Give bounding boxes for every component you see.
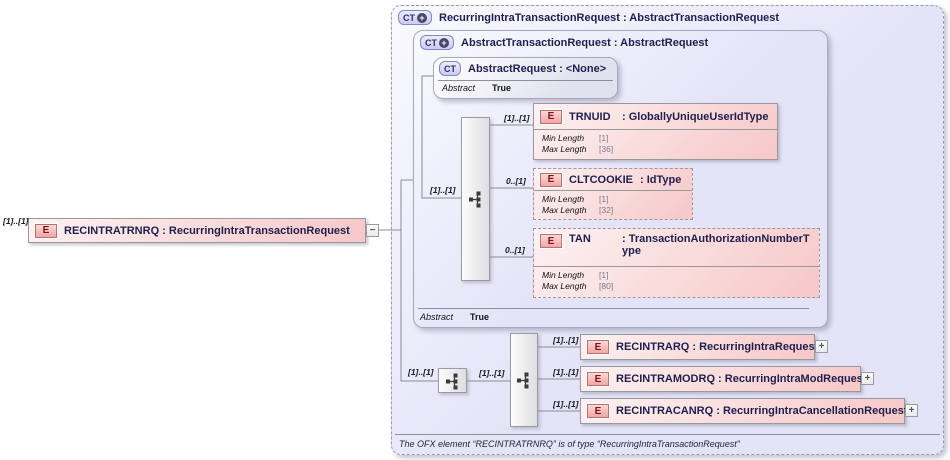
element-box-recintramodrq[interactable]: E RECINTRAMODRQ : RecurringIntraModReque… — [580, 366, 874, 392]
base-type-title-text: AbstractTransactionRequest : AbstractReq… — [461, 36, 709, 49]
element-title: E RECINTRAMODRQ : RecurringIntraModReque… — [581, 367, 867, 391]
choice-compositor — [510, 333, 538, 427]
abstract-row: Abstract True — [420, 312, 489, 322]
facet-value: [1] — [599, 133, 609, 143]
cardinality-recintramodrq: [1]..[1] — [553, 367, 579, 377]
derived-plus-icon: + — [439, 37, 449, 48]
complex-type-icon-label: CT — [444, 63, 456, 74]
element-box-recintrarq[interactable]: E RECINTRARQ : RecurringIntraRequest + — [580, 334, 828, 360]
facet-row: Max Length [80] — [542, 281, 811, 292]
cardinality-recintracanrq: [1]..[1] — [553, 399, 579, 409]
root-element-box[interactable]: E RECINTRATRNRQ : RecurringIntraTransact… — [28, 218, 379, 243]
footer-note: The OFX element “RECINTRATRNRQ” is of ty… — [399, 439, 740, 449]
element-title: E RECINTRARQ : RecurringIntraRequest — [581, 335, 818, 359]
abstract-row: Abstract True — [442, 83, 511, 93]
compositor-icon — [445, 373, 457, 389]
facet-label: Max Length — [542, 205, 587, 215]
facet-label: Min Length — [542, 194, 585, 204]
facet-row: Max Length [32] — [542, 205, 684, 216]
expand-button[interactable]: + — [815, 340, 828, 353]
facet-value: [1] — [599, 270, 609, 280]
complex-type-icon-label: CT — [425, 37, 437, 48]
facet-row: Min Length [1] — [542, 270, 811, 281]
outer-type-title-text: RecurringIntraTransactionRequest : Abstr… — [439, 11, 780, 24]
expand-button[interactable]: + — [861, 372, 874, 385]
complex-type-icon: CT + — [420, 35, 454, 50]
abstract-value: True — [470, 312, 490, 322]
facet-value: [32] — [599, 205, 614, 215]
facet-row: Min Length [1] — [542, 194, 684, 205]
element-box-cltcookie[interactable]: E CLTCOOKIE : IdType Min Length [1] Max … — [533, 168, 693, 220]
root-base-type-box: CT AbstractRequest : <None> Abstract Tru… — [433, 57, 618, 99]
abstract-divider — [438, 80, 613, 81]
facet-value: [1] — [599, 194, 609, 204]
collapse-button[interactable]: − — [366, 223, 379, 237]
element-icon: E — [539, 108, 563, 125]
element-title: E CLTCOOKIE : IdType — [534, 169, 692, 190]
facet-label: Max Length — [542, 144, 587, 154]
complex-type-icon: CT — [439, 61, 461, 76]
element-icon: E — [34, 222, 58, 239]
facet-row: Min Length [1] — [542, 133, 769, 144]
cardinality-trnuid: [1]..[1] — [504, 113, 530, 123]
element-title: E TRNUID : GloballyUniqueUserIdType — [534, 104, 777, 129]
compositor-icon — [517, 372, 529, 389]
element-icon: E — [539, 171, 563, 188]
complex-type-icon-label: CT — [403, 12, 415, 23]
compositor-icon — [468, 191, 480, 208]
outer-type-title: CT + RecurringIntraTransactionRequest : A… — [398, 10, 779, 25]
element-icon: E — [586, 339, 610, 355]
cardinality-sequence: [1]..[1] — [430, 185, 456, 195]
element-type: : TransactionAuthorizationNumberType — [622, 233, 810, 257]
abstract-value: True — [492, 83, 512, 93]
cardinality-recintrarq: [1]..[1] — [553, 335, 579, 345]
facet-row: Max Length [36] — [542, 144, 769, 155]
footer-divider — [395, 434, 940, 435]
element-name: CLTCOOKIE — [569, 173, 633, 186]
root-base-type-title-text: AbstractRequest : <None> — [468, 62, 607, 75]
base-type-title: CT + AbstractTransactionRequest : Abstrac… — [420, 35, 708, 50]
element-name-type: RECINTRACANRQ : RecurringIntraCancellati… — [616, 405, 908, 417]
element-name-type: RECINTRATRNRQ : RecurringIntraTransactio… — [64, 224, 350, 237]
outer-sequence-compositor — [438, 368, 467, 393]
derived-plus-icon: + — [417, 12, 427, 23]
abstract-divider — [418, 308, 809, 309]
element-type: : GloballyUniqueUserIdType — [622, 110, 769, 123]
facet-list: Min Length [1] Max Length [32] — [534, 191, 692, 216]
facet-label: Max Length — [542, 281, 587, 291]
facet-value: [36] — [599, 144, 614, 154]
abstract-label: Abstract — [420, 312, 454, 322]
facet-label: Min Length — [542, 133, 585, 143]
abstract-label: Abstract — [442, 83, 476, 93]
cardinality-choice: [1]..[1] — [479, 368, 505, 378]
cardinality-root: [1]..[1] — [3, 216, 29, 226]
element-box-recintracanrq[interactable]: E RECINTRACANRQ : RecurringIntraCancella… — [580, 398, 918, 424]
element-name-type: RECINTRAMODRQ : RecurringIntraModRequest — [616, 373, 867, 385]
element-name-type: RECINTRARQ : RecurringIntraRequest — [616, 341, 819, 353]
element-icon: E — [586, 403, 610, 419]
facet-value: [80] — [599, 281, 614, 291]
expand-button[interactable]: + — [905, 404, 918, 417]
xsd-diagram: CT + RecurringIntraTransactionRequest : A… — [0, 0, 950, 460]
element-box-tan[interactable]: E TAN : TransactionAuthorizationNumberTy… — [533, 228, 820, 298]
element-title: E RECINTRATRNRQ : RecurringIntraTransact… — [29, 219, 365, 242]
facet-list: Min Length [1] Max Length [36] — [534, 130, 777, 155]
element-title: E TAN : TransactionAuthorizationNumberTy… — [534, 229, 819, 266]
cardinality-outer-sequence: [1]..[1] — [408, 367, 434, 377]
facet-list: Min Length [1] Max Length [80] — [534, 267, 819, 292]
complex-type-icon: CT + — [398, 10, 432, 25]
element-name: TAN — [569, 233, 591, 245]
facet-label: Min Length — [542, 270, 585, 280]
element-box-trnuid[interactable]: E TRNUID : GloballyUniqueUserIdType Min … — [533, 103, 778, 160]
cardinality-cltcookie: 0..[1] — [506, 176, 526, 186]
element-name: TRNUID — [569, 110, 611, 123]
element-type: : IdType — [639, 173, 682, 186]
element-icon: E — [586, 371, 610, 387]
root-base-type-title: CT AbstractRequest : <None> — [439, 61, 606, 76]
element-title: E RECINTRACANRQ : RecurringIntraCancella… — [581, 399, 908, 423]
sequence-compositor — [461, 117, 490, 281]
element-icon: E — [539, 233, 563, 249]
cardinality-tan: 0..[1] — [505, 245, 525, 255]
